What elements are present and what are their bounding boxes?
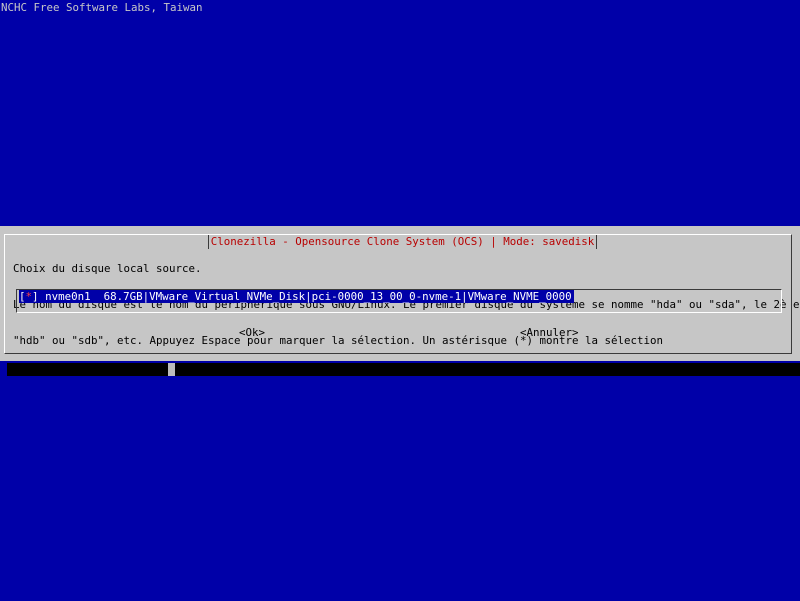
backtitle: NCHC Free Software Labs, Taiwan [1, 1, 203, 14]
disk-description: 68.7GB|VMware_Virtual_NVMe_Disk|pci-0000… [103, 290, 572, 303]
cancel-button[interactable]: <Annuler> [520, 327, 579, 339]
checkbox-close: ] [32, 290, 39, 303]
disk-list-item[interactable]: [*] nvme0n1 68.7GB|VMware_Virtual_NVMe_D… [19, 290, 574, 303]
dialog-shadow [7, 363, 800, 376]
prompt-line: "hdb" ou "sdb", etc. Appuyez Espace pour… [13, 334, 664, 347]
disk-list: [*] nvme0n1 68.7GB|VMware_Virtual_NVMe_D… [16, 289, 782, 313]
checkbox[interactable]: [*] [19, 290, 39, 303]
progress-marker [168, 363, 175, 376]
ok-button[interactable]: <Ok> [239, 327, 265, 339]
checklist-dialog: Clonezilla - Opensource Clone System (OC… [0, 226, 800, 361]
disk-tag: nvme0n1 [45, 290, 91, 303]
prompt-line: Choix du disque local source. [13, 262, 202, 275]
